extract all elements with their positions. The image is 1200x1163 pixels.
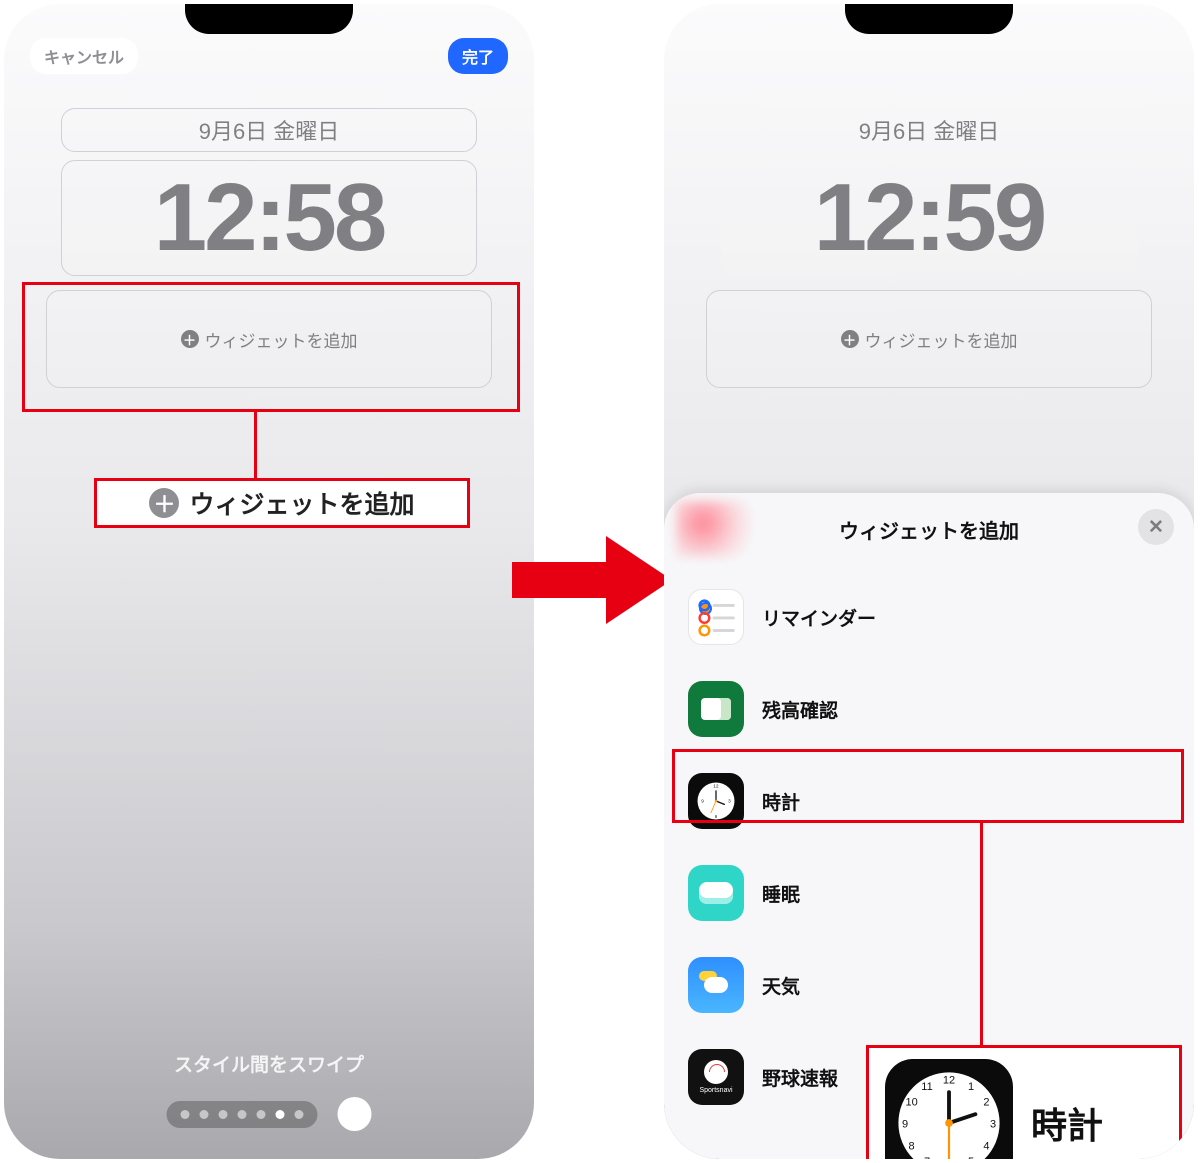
notch [185,4,353,34]
pager-dot [181,1110,190,1119]
app-row-reminders[interactable]: リマインダー [664,571,1194,663]
callout-add-widget: ＋ ウィジェットを追加 [94,478,470,528]
sports-icon-text: Sportsnavi [699,1087,732,1094]
svg-text:8: 8 [909,1140,915,1152]
app-label: 野球速報 [762,1064,838,1091]
highlight-connector [254,412,257,478]
app-label: 天気 [762,972,800,999]
topbar: キャンセル 完了 [30,38,508,74]
widget-panel: ウィジェットを追加 ✕ リマインダー 残高確認 [664,493,1194,1159]
svg-text:12: 12 [943,1074,955,1086]
callout-clock: 12 12 34 56 78 910 11 時計 [866,1045,1182,1159]
sleep-icon [688,865,744,921]
notch [845,4,1013,34]
svg-text:9: 9 [902,1118,908,1130]
add-widget-label: ウィジェットを追加 [865,327,1018,352]
time-text: 12:59 [814,163,1045,273]
app-row-sleep[interactable]: 睡眠 [664,847,1194,939]
phone-left: キャンセル 完了 9月6日 金曜日 12:58 ＋ ウィジェットを追加 ＋ ウィ… [4,4,534,1159]
pager-dot [295,1110,304,1119]
time-display: 12:59 [721,160,1137,276]
balance-icon [688,681,744,737]
sports-icon: Sportsnavi [688,1049,744,1105]
app-list: リマインダー 残高確認 123 69 [664,571,1194,1123]
svg-text:1: 1 [968,1081,974,1093]
callout-label: ウィジェットを追加 [189,485,414,521]
app-label: リマインダー [762,604,876,631]
svg-text:3: 3 [990,1118,996,1130]
svg-text:5: 5 [968,1156,974,1159]
date-text: 9月6日 金曜日 [199,114,340,146]
app-label: 睡眠 [762,880,800,907]
svg-text:7: 7 [924,1156,930,1159]
clock-icon: 12 12 34 56 78 910 11 [885,1059,1013,1159]
svg-text:10: 10 [905,1096,917,1108]
date-pill: 9月6日 金曜日 [721,108,1137,152]
pager-dot [219,1110,228,1119]
plus-icon: ＋ [149,488,179,518]
svg-text:4: 4 [983,1140,989,1152]
app-label: 残高確認 [762,696,838,723]
date-text: 9月6日 金曜日 [859,114,1000,146]
plus-icon: ＋ [841,330,859,348]
svg-text:2: 2 [983,1096,989,1108]
pager-dot [257,1110,266,1119]
callout-label: 時計 [1031,1097,1103,1149]
arrow-right-icon [512,536,672,624]
time-text: 12:58 [154,163,385,273]
pager-dot [238,1110,247,1119]
highlight-clock-row [672,749,1184,823]
add-page-button[interactable] [338,1097,372,1131]
app-row-balance[interactable]: 残高確認 [664,663,1194,755]
close-icon: ✕ [1148,516,1164,539]
pager-dots[interactable] [167,1101,318,1128]
reminders-icon [688,589,744,645]
cancel-button[interactable]: キャンセル [30,38,138,74]
panel-title: ウィジェットを追加 [664,515,1194,544]
phone-right: 9月6日 金曜日 12:59 ＋ ウィジェットを追加 ウィジェットを追加 ✕ [664,4,1194,1159]
date-pill[interactable]: 9月6日 金曜日 [61,108,477,152]
time-display[interactable]: 12:58 [61,160,477,276]
swipe-hint: スタイル間をスワイプ [4,1050,534,1077]
pager [167,1097,372,1131]
highlight-widget-slot [22,282,520,412]
highlight-connector [980,823,983,1059]
svg-text:11: 11 [921,1081,932,1093]
done-button[interactable]: 完了 [448,38,508,74]
close-button[interactable]: ✕ [1138,509,1174,545]
app-row-weather[interactable]: 天気 [664,939,1194,1031]
add-widget-slot[interactable]: ＋ ウィジェットを追加 [706,290,1152,388]
pager-dot [200,1110,209,1119]
weather-icon [688,957,744,1013]
pager-dot-active [276,1110,285,1119]
